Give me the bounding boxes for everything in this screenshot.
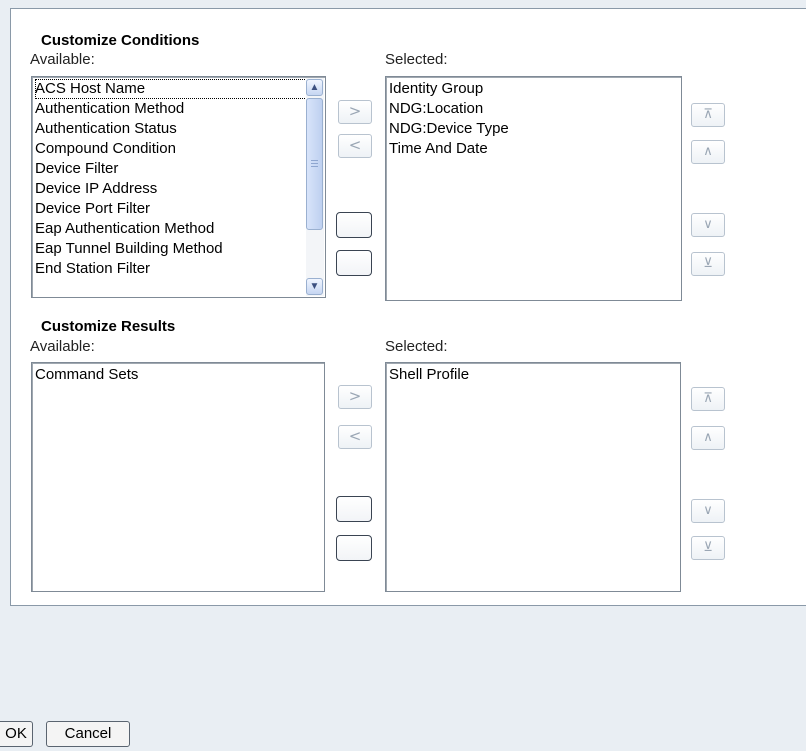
conditions-available-list[interactable]: ACS Host Name Authentication Method Auth… — [31, 76, 326, 298]
list-item[interactable]: Command Sets — [35, 365, 324, 385]
list-item[interactable]: Time And Date — [389, 139, 681, 159]
remove-all-condition-button[interactable] — [336, 250, 372, 276]
conditions-scrollbar[interactable]: ▲ ▼ — [306, 78, 324, 296]
list-item[interactable]: Device IP Address — [35, 179, 325, 199]
list-item[interactable]: Device Port Filter — [35, 199, 325, 219]
results-selected-label: Selected: — [385, 338, 448, 355]
results-title: Customize Results — [41, 318, 176, 335]
move-up-result-button[interactable]: ∧ — [691, 426, 725, 450]
list-item[interactable]: Eap Authentication Method — [35, 219, 325, 239]
list-item[interactable]: ACS Host Name — [35, 79, 323, 99]
cancel-button[interactable]: Cancel — [46, 721, 130, 747]
list-item[interactable]: Eap Tunnel Building Method — [35, 239, 325, 259]
results-available-label: Available: — [30, 338, 95, 355]
move-down-condition-button[interactable]: ∨ — [691, 213, 725, 237]
conditions-selected-list[interactable]: Identity Group NDG:Location NDG:Device T… — [385, 76, 682, 301]
ok-button[interactable]: OK — [0, 721, 33, 747]
list-item[interactable]: Authentication Method — [35, 99, 325, 119]
remove-all-result-button[interactable] — [336, 535, 372, 561]
remove-condition-button[interactable]: < — [338, 134, 372, 158]
remove-result-button[interactable]: < — [338, 425, 372, 449]
list-item[interactable]: Authentication Status — [35, 119, 325, 139]
chevron-down-icon[interactable]: ▼ — [306, 278, 323, 295]
results-selected-list[interactable]: Shell Profile — [385, 362, 681, 592]
list-item[interactable]: Identity Group — [389, 79, 681, 99]
conditions-selected-label: Selected: — [385, 51, 448, 68]
list-item[interactable]: Shell Profile — [389, 365, 680, 385]
conditions-title: Customize Conditions — [41, 32, 200, 49]
add-all-condition-button[interactable] — [336, 212, 372, 238]
list-item[interactable]: Device Filter — [35, 159, 325, 179]
move-bottom-result-button[interactable]: ⊻ — [691, 536, 725, 560]
list-item[interactable]: NDG:Location — [389, 99, 681, 119]
add-all-result-button[interactable] — [336, 496, 372, 522]
add-condition-button[interactable]: > — [338, 100, 372, 124]
list-item[interactable]: End Station Filter — [35, 259, 325, 279]
move-top-result-button[interactable]: ⊼ — [691, 387, 725, 411]
move-down-result-button[interactable]: ∨ — [691, 499, 725, 523]
conditions-available-label: Available: — [30, 51, 95, 68]
list-item[interactable]: NDG:Device Type — [389, 119, 681, 139]
scrollbar-thumb[interactable] — [306, 98, 323, 230]
chevron-up-icon[interactable]: ▲ — [306, 79, 323, 96]
results-available-list[interactable]: Command Sets — [31, 362, 325, 592]
move-bottom-condition-button[interactable]: ⊻ — [691, 252, 725, 276]
move-top-condition-button[interactable]: ⊼ — [691, 103, 725, 127]
add-result-button[interactable]: > — [338, 385, 372, 409]
move-up-condition-button[interactable]: ∧ — [691, 140, 725, 164]
list-item[interactable]: Compound Condition — [35, 139, 325, 159]
